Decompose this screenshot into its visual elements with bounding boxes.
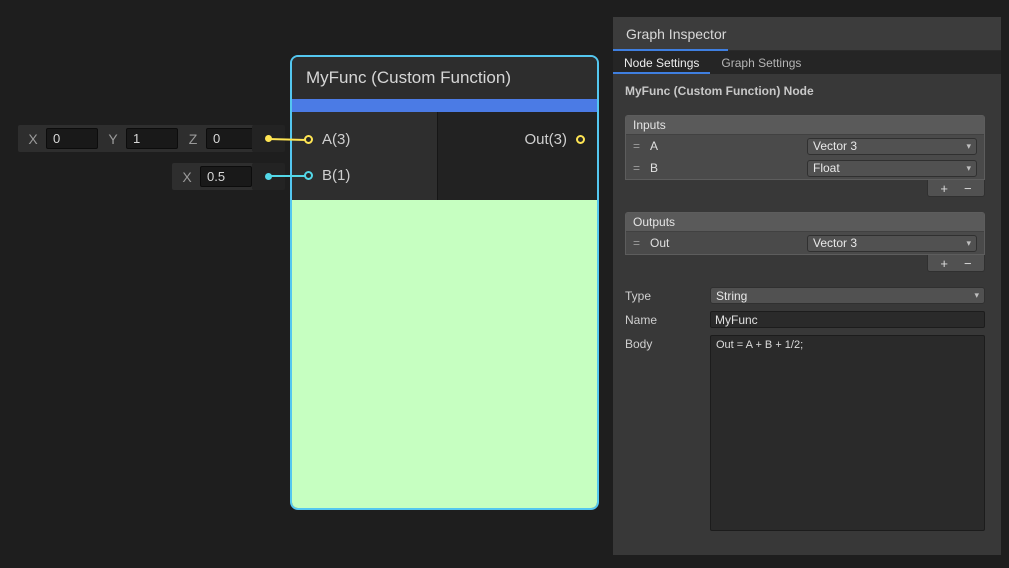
drag-handle-icon[interactable]: =: [633, 139, 650, 153]
outputs-list-footer-wrap: + −: [625, 255, 985, 272]
dropdown-arrow-icon: ▾: [974, 290, 979, 301]
outputs-list-header: Outputs: [626, 213, 984, 232]
drag-handle-icon[interactable]: =: [633, 236, 650, 250]
type-label: Type: [625, 287, 710, 303]
port-out[interactable]: [576, 135, 585, 144]
dropdown-arrow-icon: ▾: [966, 141, 971, 152]
node-title: MyFunc (Custom Function): [306, 68, 511, 88]
tab-node-settings[interactable]: Node Settings: [613, 51, 710, 74]
float-x-field-input[interactable]: 0.5: [200, 166, 252, 187]
input-port-column: A(3) B(1): [292, 112, 437, 200]
name-field-row: Name MyFunc: [625, 311, 985, 328]
inspector-header[interactable]: Graph Inspector: [613, 17, 1001, 51]
port-row-out: Out(3): [438, 121, 597, 157]
input-a-type-dropdown[interactable]: Vector 3 ▾: [807, 138, 977, 155]
tab-node-settings-label: Node Settings: [624, 56, 699, 70]
remove-output-button[interactable]: −: [964, 257, 972, 270]
input-row-a[interactable]: = A Vector 3 ▾: [626, 135, 984, 157]
port-a-label: A(3): [322, 131, 350, 148]
port-row-a: A(3): [292, 121, 437, 157]
outputs-list: Outputs = Out Vector 3 ▾: [625, 212, 985, 255]
inputs-list-footer-wrap: + −: [625, 180, 985, 197]
y-field-label: Y: [100, 131, 126, 147]
output-port-column: Out(3): [437, 112, 597, 200]
float-x-field-label: X: [174, 169, 200, 185]
outputs-list-footer: + −: [927, 255, 985, 272]
port-out-label: Out(3): [524, 131, 567, 148]
inspector-title: Graph Inspector: [626, 26, 726, 42]
float-value-widget: X 0.5: [172, 163, 256, 190]
input-a-type-value: Vector 3: [813, 139, 857, 153]
input-b-name: B: [650, 161, 807, 175]
output-row-out[interactable]: = Out Vector 3 ▾: [626, 232, 984, 254]
z-field-group: Z 0: [180, 125, 260, 152]
input-a-name: A: [650, 139, 807, 153]
name-label: Name: [625, 311, 710, 327]
output-out-type-value: Vector 3: [813, 236, 857, 250]
input-b-type-dropdown[interactable]: Float ▾: [807, 160, 977, 177]
node-preview: [292, 200, 597, 508]
active-tab-underline: [613, 72, 710, 74]
node-color-bar: [292, 99, 597, 112]
inspector-tab-strip: Node Settings Graph Settings: [613, 51, 1001, 74]
type-value: String: [716, 289, 747, 303]
dropdown-arrow-icon: ▾: [966, 163, 971, 174]
dropdown-arrow-icon: ▾: [966, 238, 971, 249]
body-label: Body: [625, 335, 710, 351]
port-b-label: B(1): [322, 167, 350, 184]
selected-node-heading: MyFunc (Custom Function) Node: [625, 84, 985, 98]
tab-graph-settings[interactable]: Graph Settings: [710, 51, 812, 74]
z-field-label: Z: [180, 131, 206, 147]
float-port-dot[interactable]: [265, 173, 272, 180]
inputs-list-header: Inputs: [626, 116, 984, 135]
input-row-b[interactable]: = B Float ▾: [626, 157, 984, 179]
type-field-row: Type String ▾: [625, 287, 985, 304]
port-a[interactable]: [304, 135, 313, 144]
name-input[interactable]: MyFunc: [710, 311, 985, 328]
vector3-port-dot[interactable]: [265, 135, 272, 142]
float-x-field-group: X 0.5: [174, 163, 254, 190]
node-port-area: A(3) B(1) Out(3): [292, 112, 597, 200]
vector3-connector-stub[interactable]: [252, 125, 285, 152]
type-dropdown[interactable]: String ▾: [710, 287, 985, 304]
output-out-type-dropdown[interactable]: Vector 3 ▾: [807, 235, 977, 252]
port-row-b: B(1): [292, 157, 437, 193]
y-field-group: Y 1: [100, 125, 180, 152]
output-out-name: Out: [650, 236, 807, 250]
inputs-list: Inputs = A Vector 3 ▾ = B Float ▾: [625, 115, 985, 180]
tab-graph-settings-label: Graph Settings: [721, 56, 801, 70]
inputs-list-footer: + −: [927, 180, 985, 197]
x-field-label: X: [20, 131, 46, 147]
body-field-row: Body Out = A + B + 1/2;: [625, 335, 985, 531]
drag-handle-icon[interactable]: =: [633, 161, 650, 175]
x-field-group: X 0: [20, 125, 100, 152]
remove-input-button[interactable]: −: [964, 182, 972, 195]
y-field-input[interactable]: 1: [126, 128, 178, 149]
z-field-input[interactable]: 0: [206, 128, 258, 149]
x-field-input[interactable]: 0: [46, 128, 98, 149]
myfunc-custom-function-node[interactable]: MyFunc (Custom Function) A(3) B(1) Out(3…: [290, 55, 599, 510]
body-input[interactable]: Out = A + B + 1/2;: [710, 335, 985, 531]
vector3-value-widget: X 0 Y 1 Z 0: [18, 125, 262, 152]
graph-inspector-panel: Graph Inspector Node Settings Graph Sett…: [613, 17, 1001, 555]
add-output-button[interactable]: +: [940, 257, 948, 270]
float-connector-stub[interactable]: [252, 163, 285, 190]
add-input-button[interactable]: +: [940, 182, 948, 195]
node-title-bar[interactable]: MyFunc (Custom Function): [292, 57, 597, 99]
inspector-content: MyFunc (Custom Function) Node Inputs = A…: [613, 74, 1001, 555]
input-b-type-value: Float: [813, 161, 840, 175]
port-b[interactable]: [304, 171, 313, 180]
